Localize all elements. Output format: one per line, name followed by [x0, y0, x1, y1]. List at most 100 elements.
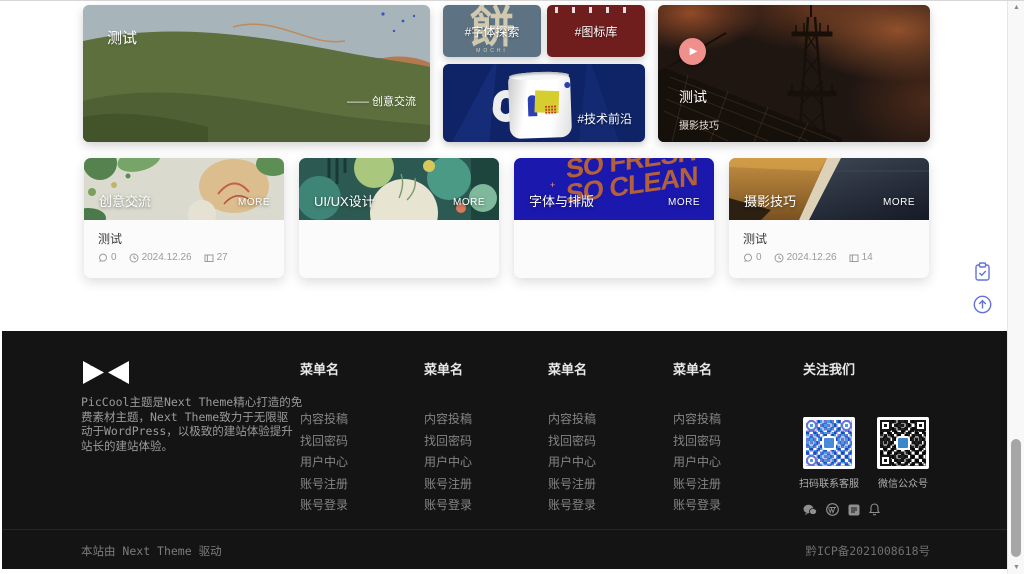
play-button[interactable]: ▶	[679, 38, 706, 65]
category-card-photography: 摄影技巧 MORE 测试 0 2024.12.26 14	[729, 158, 929, 278]
browser-scrollbar[interactable]: ▲ ▼	[1007, 1, 1024, 574]
qr-label: 微信公众号	[873, 475, 933, 490]
category-card-uiux: UI/UX设计 MORE	[299, 158, 499, 278]
menu-link[interactable]: 账号登录	[300, 495, 410, 517]
menu-link[interactable]: 账号登录	[424, 495, 534, 517]
menu-link[interactable]: 内容投稿	[673, 409, 783, 431]
hero-category-tag[interactable]: —— 创意交流	[347, 93, 416, 109]
menu-link[interactable]: 用户中心	[673, 452, 783, 474]
clock-icon	[774, 253, 784, 263]
menu-link[interactable]: 账号登录	[673, 495, 783, 517]
menu-link[interactable]: 内容投稿	[548, 409, 658, 431]
tag-card-icon-library[interactable]: #图标库	[547, 5, 645, 57]
tag-card-label: #字体探索	[465, 23, 520, 40]
menu-link[interactable]: 账号登录	[548, 495, 658, 517]
category-card-typography: SO FRESH SO CLEAN + 字体与排版 MORE	[514, 158, 714, 278]
menu-title: 菜单名	[548, 359, 658, 378]
menu-link[interactable]: 账号注册	[300, 474, 410, 496]
icp-license-link[interactable]: 黔ICP备2021008618号	[805, 543, 930, 559]
wechat-icon[interactable]	[803, 504, 817, 516]
weibo-icon[interactable]	[848, 504, 860, 516]
category-post-list	[299, 220, 499, 256]
scrollbar-down-arrow[interactable]: ▼	[1008, 561, 1024, 574]
tag-card-font-explore[interactable]: 餅 MOCHI #字体探索	[443, 5, 541, 57]
footer-menu-3: 菜单名 内容投稿 找回密码 用户中心 账号注册 账号登录	[548, 359, 658, 517]
comments-icon	[743, 253, 753, 263]
menu-link[interactable]: 找回密码	[424, 431, 534, 453]
more-button[interactable]: MORE	[238, 197, 270, 208]
footer-menu-1: 菜单名 内容投稿 找回密码 用户中心 账号注册 账号登录	[300, 359, 410, 517]
more-button[interactable]: MORE	[883, 197, 915, 208]
clipboard-check-icon	[974, 262, 991, 281]
hero-title: 测试	[107, 27, 137, 48]
floral-illustration	[84, 158, 284, 220]
hero-card-creative[interactable]: 测试 —— 创意交流	[83, 5, 430, 142]
page: 测试 —— 创意交流 餅 MOCHI #字体探索 #图标库	[0, 0, 1024, 574]
mug-body	[508, 74, 572, 139]
bowtie-logo-icon	[81, 359, 131, 386]
menu-link[interactable]: 用户中心	[548, 452, 658, 474]
mug-illustration	[493, 75, 575, 139]
footer-menu-2: 菜单名 内容投稿 找回密码 用户中心 账号注册 账号登录	[424, 359, 534, 517]
hero-card-video[interactable]: ▶ 测试 摄影技巧	[658, 5, 930, 142]
qr-position-marker	[806, 455, 817, 466]
back-to-top-button[interactable]	[972, 294, 992, 314]
category-name[interactable]: UI/UX设计	[314, 191, 375, 210]
mochi-art-caption: MOCHI	[443, 48, 541, 54]
post-date: 2024.12.26	[142, 252, 192, 263]
powered-by-text[interactable]: 本站由 Next Theme 驱动	[81, 543, 222, 559]
more-button[interactable]: MORE	[453, 197, 485, 208]
qr-center-icon	[822, 436, 836, 450]
category-cover[interactable]: SO FRESH SO CLEAN + 字体与排版 MORE	[514, 158, 714, 220]
menu-link[interactable]: 账号注册	[673, 474, 783, 496]
qr-position-marker	[880, 420, 891, 431]
category-cover[interactable]: 摄影技巧 MORE	[729, 158, 929, 220]
more-button[interactable]: MORE	[668, 197, 700, 208]
clipboard-check-button[interactable]	[972, 261, 992, 281]
follow-us-title: 关注我们	[803, 359, 933, 378]
arrow-up-circle-icon	[973, 295, 992, 314]
category-name[interactable]: 字体与排版	[529, 191, 594, 210]
menu-link[interactable]: 账号注册	[548, 474, 658, 496]
category-card-creative: 创意交流 MORE 测试 0 2024.12.26 27	[84, 158, 284, 278]
qr-position-marker	[915, 420, 926, 431]
menu-link[interactable]: 用户中心	[424, 452, 534, 474]
category-post-list	[514, 220, 714, 256]
menu-link[interactable]: 找回密码	[673, 431, 783, 453]
menu-link[interactable]: 内容投稿	[424, 409, 534, 431]
qr-position-marker	[806, 420, 817, 431]
hanging-icons-decoration	[555, 7, 637, 13]
category-cards-row: 创意交流 MORE 测试 0 2024.12.26 27	[84, 158, 929, 278]
category-cover[interactable]: 创意交流 MORE	[84, 158, 284, 220]
scrollbar-up-arrow[interactable]: ▲	[1008, 1, 1024, 15]
main-content: 测试 —— 创意交流 餅 MOCHI #字体探索 #图标库	[83, 5, 930, 142]
post-title[interactable]: 测试	[743, 230, 915, 247]
mug-print-dots	[545, 105, 556, 114]
video-post-category[interactable]: 摄影技巧	[679, 117, 719, 132]
menu-link[interactable]: 用户中心	[300, 452, 410, 474]
wordpress-icon[interactable]	[826, 503, 839, 516]
video-post-title[interactable]: 测试	[679, 87, 707, 107]
cliff-photo	[729, 158, 929, 220]
views-icon	[849, 253, 859, 263]
post-meta: 0 2024.12.26 27	[98, 252, 270, 263]
category-name[interactable]: 创意交流	[99, 191, 151, 210]
category-cover[interactable]: UI/UX设计 MORE	[299, 158, 499, 220]
views-icon	[204, 253, 214, 263]
tag-card-label: #技术前沿	[577, 110, 632, 127]
notification-bell-icon[interactable]	[869, 503, 880, 516]
tag-card-tech-frontier[interactable]: #技术前沿	[443, 64, 645, 142]
view-count: 14	[862, 252, 873, 263]
post-title[interactable]: 测试	[98, 230, 270, 247]
menu-link[interactable]: 找回密码	[300, 431, 410, 453]
site-logo[interactable]	[81, 359, 131, 391]
scrollbar-thumb[interactable]	[1011, 439, 1021, 557]
menu-link[interactable]: 账号注册	[424, 474, 534, 496]
menu-link[interactable]: 内容投稿	[300, 409, 410, 431]
qr-position-marker	[841, 420, 852, 431]
foliage-illustration	[299, 158, 499, 220]
category-name[interactable]: 摄影技巧	[744, 191, 796, 210]
category-post-list: 测试 0 2024.12.26 27	[84, 220, 284, 278]
menu-link[interactable]: 找回密码	[548, 431, 658, 453]
floating-widgets	[972, 261, 992, 314]
